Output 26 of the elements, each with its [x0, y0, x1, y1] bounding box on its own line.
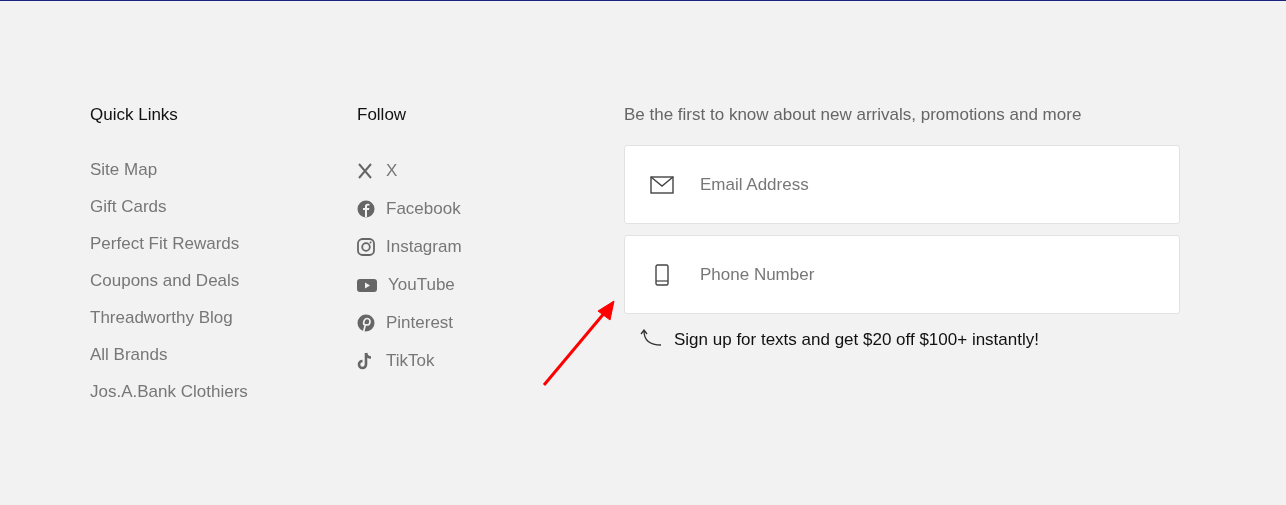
- footer-link[interactable]: Site Map: [90, 159, 158, 181]
- envelope-icon: [649, 175, 674, 194]
- x-logo-icon: [357, 162, 375, 180]
- footer-link[interactable]: All Brands: [90, 344, 168, 366]
- mobile-phone-icon: [654, 263, 669, 286]
- instagram-icon: [357, 238, 375, 256]
- input-field[interactable]: Email Address: [624, 145, 1180, 224]
- facebook-icon: [357, 200, 375, 218]
- footer-link[interactable]: Threadworthy Blog: [90, 307, 233, 329]
- input-field[interactable]: Phone Number: [624, 235, 1180, 314]
- footer-link[interactable]: Jos.A.Bank Clothiers: [90, 381, 248, 403]
- social-link[interactable]: Facebook: [386, 198, 461, 220]
- signup-note: Sign up for texts and get $20 off $100+ instantly!: [674, 330, 1039, 350]
- social-link[interactable]: Instagram: [386, 236, 462, 258]
- footer-link[interactable]: Gift Cards: [90, 196, 167, 218]
- social-link[interactable]: YouTube: [388, 274, 455, 296]
- signup-intro: Be the first to know about new arrivals, promotions and more: [624, 105, 1083, 125]
- social-link[interactable]: Pinterest: [386, 312, 454, 334]
- column-heading: Quick Links: [90, 105, 179, 125]
- footer-link[interactable]: Perfect Fit Rewards: [90, 233, 240, 255]
- video-play-icon: [357, 276, 377, 294]
- social-link[interactable]: TikTok: [386, 350, 435, 372]
- column-heading: Follow: [357, 105, 408, 125]
- social-link[interactable]: X: [386, 160, 398, 182]
- pinterest-icon: [357, 314, 375, 332]
- footer-link[interactable]: Coupons and Deals: [90, 270, 240, 292]
